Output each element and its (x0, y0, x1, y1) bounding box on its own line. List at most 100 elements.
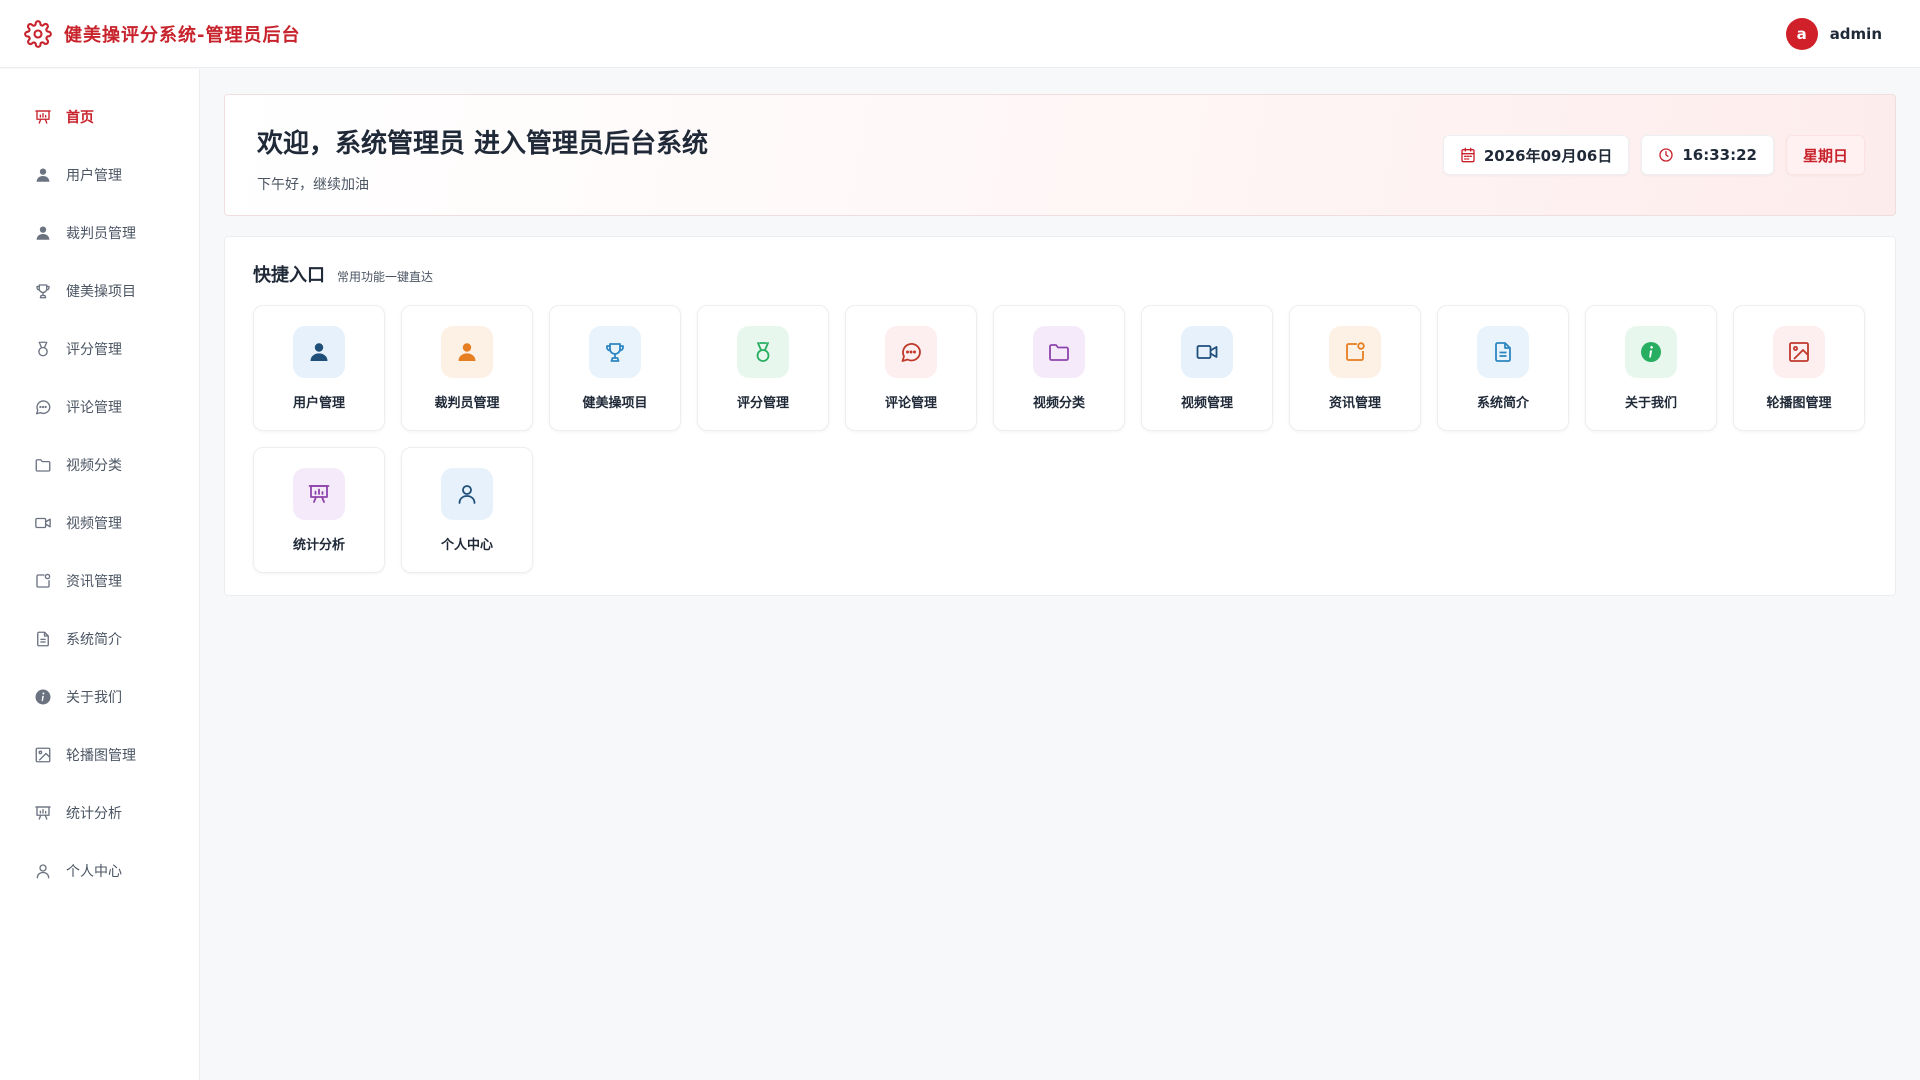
quick-access-card[interactable]: 统计分析 (253, 447, 385, 573)
sidebar-item-2[interactable]: 裁判员管理 (0, 204, 199, 262)
document-icon (34, 630, 52, 648)
video-camera-icon (1181, 326, 1233, 378)
quick-access-label: 用户管理 (292, 396, 345, 411)
sidebar-item-label: 统计分析 (66, 806, 122, 822)
document-icon (1477, 326, 1529, 378)
quick-access-card[interactable]: 健美操项目 (549, 305, 681, 431)
quick-access-label: 轮播图管理 (1766, 396, 1832, 411)
weekday-text: 星期日 (1802, 146, 1848, 165)
sidebar-item-1[interactable]: 用户管理 (0, 146, 199, 204)
chat-bubble-icon (34, 398, 52, 416)
top-header: 健美操评分系统-管理员后台 a admin (0, 0, 1920, 68)
quick-access-card[interactable]: 评分管理 (697, 305, 829, 431)
trophy-icon (589, 326, 641, 378)
quick-access-grid: 用户管理 裁判员管理 健美操项目 评分管理 评论管理 视频分类 视频管理 资讯管理 系统简介 关于… (253, 305, 1867, 573)
quick-access-card[interactable]: 轮播图管理 (1733, 305, 1865, 431)
sidebar-item-label: 裁判员管理 (66, 226, 136, 242)
user-outline-icon (34, 862, 52, 880)
presentation-chart-icon (293, 468, 345, 520)
avatar[interactable]: a (1785, 18, 1818, 50)
quick-access-card[interactable]: 资讯管理 (1289, 305, 1421, 431)
user-menu[interactable]: a admin (1785, 18, 1882, 50)
sidebar-item-label: 视频管理 (66, 516, 122, 532)
app-title: 健美操评分系统-管理员后台 (64, 24, 301, 46)
presentation-chart-icon (34, 804, 52, 822)
username[interactable]: admin (1830, 25, 1882, 43)
quick-access-label: 评论管理 (884, 396, 937, 411)
quick-access-card[interactable]: 评论管理 (845, 305, 977, 431)
quick-access-label: 健美操项目 (582, 396, 648, 411)
quick-access-label: 系统简介 (1476, 396, 1529, 411)
quick-access-card[interactable]: 视频分类 (993, 305, 1125, 431)
sidebar-item-label: 资讯管理 (66, 574, 122, 590)
time-text: 16:33:22 (1682, 146, 1757, 164)
sidebar-item-13[interactable]: 个人中心 (0, 842, 199, 900)
sidebar-item-12[interactable]: 统计分析 (0, 784, 199, 842)
quick-access-label: 评分管理 (736, 396, 789, 411)
user-icon (34, 224, 52, 242)
quick-access-label: 统计分析 (292, 538, 345, 553)
sidebar-item-0[interactable]: 首页 (0, 88, 199, 146)
sidebar-item-4[interactable]: 评分管理 (0, 320, 199, 378)
main-content: 欢迎，系统管理员 进入管理员后台系统 下午好，继续加油 2026年09月06日 … (224, 94, 1896, 596)
news-icon (34, 572, 52, 590)
quick-access-card[interactable]: 裁判员管理 (401, 305, 533, 431)
sidebar-item-6[interactable]: 视频分类 (0, 436, 199, 494)
quick-access-card[interactable]: 关于我们 (1585, 305, 1717, 431)
trophy-icon (34, 282, 52, 300)
folder-icon (1033, 326, 1085, 378)
sidebar-item-7[interactable]: 视频管理 (0, 494, 199, 552)
welcome-subtitle: 下午好，继续加油 (257, 177, 369, 193)
calendar-icon (1461, 147, 1475, 163)
weekday-chip: 星期日 (1785, 135, 1865, 175)
quick-access-label: 关于我们 (1624, 396, 1677, 411)
quick-access-card[interactable]: 用户管理 (253, 305, 385, 431)
sidebar-item-label: 轮播图管理 (66, 748, 136, 764)
date-chip: 2026年09月06日 (1442, 135, 1630, 175)
user-outline-icon (441, 468, 493, 520)
quick-access-label: 裁判员管理 (434, 396, 500, 411)
chat-bubble-icon (885, 326, 937, 378)
quick-access-label: 资讯管理 (1328, 396, 1381, 411)
sidebar-item-label: 评论管理 (66, 400, 122, 416)
info-icon (34, 688, 52, 706)
quick-access-panel: 快捷入口 常用功能一键直达 用户管理 裁判员管理 健美操项目 评分管理 评论管理 视频分类… (224, 236, 1896, 596)
user-icon (34, 166, 52, 184)
brand[interactable]: 健美操评分系统-管理员后台 (24, 19, 301, 48)
datetime-chips: 2026年09月06日 16:33:22 星期日 (1442, 135, 1865, 175)
medal-icon (737, 326, 789, 378)
quick-access-card[interactable]: 视频管理 (1141, 305, 1273, 431)
sidebar-item-3[interactable]: 健美操项目 (0, 262, 199, 320)
quick-access-title: 快捷入口 (253, 265, 325, 286)
sidebar-item-8[interactable]: 资讯管理 (0, 552, 199, 610)
sidebar-item-label: 用户管理 (66, 168, 122, 184)
image-icon (1773, 326, 1825, 378)
sidebar-item-label: 系统简介 (66, 632, 122, 648)
sidebar: 首页用户管理裁判员管理健美操项目评分管理评论管理视频分类视频管理资讯管理系统简介… (0, 69, 200, 1080)
sidebar-item-5[interactable]: 评论管理 (0, 378, 199, 436)
video-camera-icon (34, 514, 52, 532)
quick-access-label: 个人中心 (440, 538, 493, 553)
sidebar-item-label: 评分管理 (66, 342, 122, 358)
quick-access-label: 视频分类 (1032, 396, 1085, 411)
sidebar-item-label: 视频分类 (66, 458, 122, 474)
gear-icon (24, 19, 52, 48)
sidebar-item-10[interactable]: 关于我们 (0, 668, 199, 726)
news-icon (1329, 326, 1381, 378)
clock-icon (1659, 148, 1674, 162)
time-chip: 16:33:22 (1641, 135, 1774, 175)
image-icon (34, 746, 52, 764)
quick-access-card[interactable]: 系统简介 (1437, 305, 1569, 431)
date-text: 2026年09月06日 (1483, 146, 1613, 165)
sidebar-item-11[interactable]: 轮播图管理 (0, 726, 199, 784)
quick-access-subtitle: 常用功能一键直达 (337, 270, 434, 284)
sidebar-item-label: 个人中心 (66, 864, 122, 880)
info-icon (1625, 326, 1677, 378)
presentation-chart-icon (34, 108, 52, 126)
welcome-banner: 欢迎，系统管理员 进入管理员后台系统 下午好，继续加油 2026年09月06日 … (224, 94, 1896, 216)
quick-access-card[interactable]: 个人中心 (401, 447, 533, 573)
quick-access-header: 快捷入口 常用功能一键直达 (253, 261, 1867, 287)
sidebar-item-label: 健美操项目 (66, 284, 136, 300)
sidebar-item-9[interactable]: 系统简介 (0, 610, 199, 668)
medal-icon (34, 340, 52, 358)
